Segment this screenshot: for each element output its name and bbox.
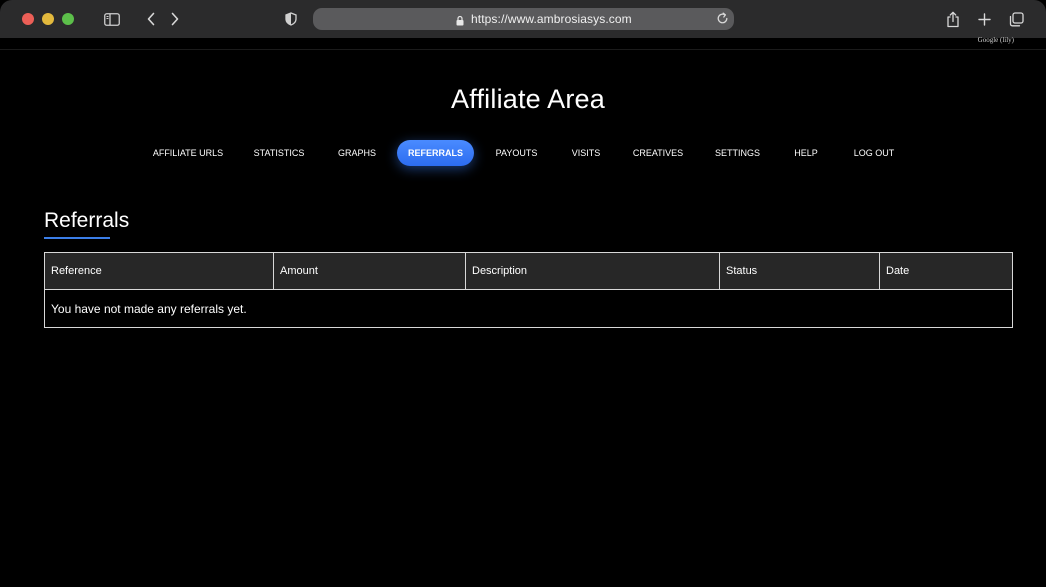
section-title: Referrals bbox=[44, 209, 130, 232]
browser-window: https://www.ambrosiasys.com Google (lily… bbox=[0, 0, 1046, 587]
section-title-underline bbox=[44, 237, 110, 239]
nav-item-settings[interactable]: SETTINGS bbox=[710, 140, 765, 166]
back-chevron-icon[interactable] bbox=[141, 9, 161, 29]
maximize-window-button[interactable] bbox=[62, 13, 74, 25]
table-header-row: Reference Amount Description Status Date bbox=[44, 252, 1013, 290]
minimize-window-button[interactable] bbox=[42, 13, 54, 25]
nav-item-referrals[interactable]: REFERRALS bbox=[397, 140, 474, 166]
google-language-tag: Google (lily) bbox=[977, 36, 1014, 44]
column-header-date: Date bbox=[879, 252, 1013, 290]
shield-icon[interactable] bbox=[281, 9, 301, 29]
column-header-reference: Reference bbox=[44, 252, 274, 290]
share-icon[interactable] bbox=[943, 9, 963, 29]
address-bar[interactable]: https://www.ambrosiasys.com bbox=[313, 8, 734, 30]
column-header-amount: Amount bbox=[273, 252, 466, 290]
column-header-status: Status bbox=[719, 252, 880, 290]
nav-item-statistics[interactable]: STATISTICS bbox=[248, 140, 310, 166]
affiliate-nav: AFFILIATE URLS STATISTICS GRAPHS REFERRA… bbox=[0, 140, 1046, 168]
reload-icon[interactable] bbox=[716, 12, 729, 30]
url-text: https://www.ambrosiasys.com bbox=[471, 12, 632, 26]
nav-item-visits[interactable]: VISITS bbox=[566, 140, 606, 166]
sidebar-icon[interactable] bbox=[102, 9, 122, 29]
close-window-button[interactable] bbox=[22, 13, 34, 25]
nav-item-creatives[interactable]: CREATIVES bbox=[627, 140, 689, 166]
empty-table-message: You have not made any referrals yet. bbox=[44, 289, 1013, 328]
forward-chevron-icon[interactable] bbox=[165, 9, 185, 29]
tabs-icon[interactable] bbox=[1006, 9, 1026, 29]
table-row: You have not made any referrals yet. bbox=[44, 289, 1013, 328]
referrals-table: Reference Amount Description Status Date… bbox=[44, 252, 1013, 328]
lock-icon bbox=[456, 13, 464, 31]
nav-item-graphs[interactable]: GRAPHS bbox=[331, 140, 383, 166]
plus-icon[interactable] bbox=[974, 9, 994, 29]
column-header-description: Description bbox=[465, 252, 720, 290]
top-strip bbox=[0, 38, 1046, 50]
nav-item-affiliate-urls[interactable]: AFFILIATE URLS bbox=[148, 140, 228, 166]
nav-item-log-out[interactable]: LOG OUT bbox=[848, 140, 900, 166]
nav-item-payouts[interactable]: PAYOUTS bbox=[490, 140, 543, 166]
nav-item-help[interactable]: HELP bbox=[789, 140, 823, 166]
page-title: Affiliate Area bbox=[451, 84, 605, 114]
browser-toolbar: https://www.ambrosiasys.com bbox=[0, 0, 1046, 38]
